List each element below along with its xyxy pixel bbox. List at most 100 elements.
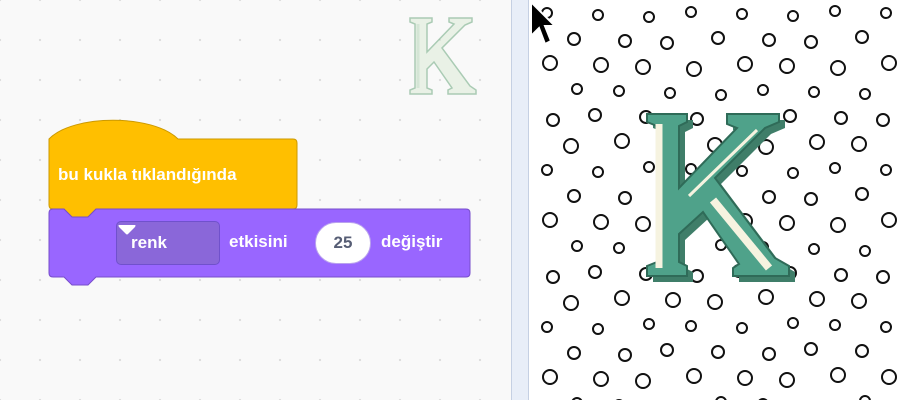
polka-dot xyxy=(541,164,553,176)
arrow-cursor-icon xyxy=(530,0,555,46)
polka-dot xyxy=(614,133,630,149)
polka-dot xyxy=(567,32,581,46)
polka-dot xyxy=(546,113,560,127)
polka-dot xyxy=(635,373,651,389)
polka-dot xyxy=(809,291,825,307)
sprite-watermark-letter-k-icon xyxy=(402,8,482,98)
polka-dot xyxy=(541,321,553,333)
polka-dot xyxy=(881,55,897,71)
polka-dot xyxy=(643,318,655,330)
polka-dot xyxy=(808,86,820,98)
effect-block-text: etkisini xyxy=(229,232,288,251)
polka-dot xyxy=(737,370,753,386)
polka-dot xyxy=(588,265,602,279)
polka-dot xyxy=(613,85,625,97)
polka-dot xyxy=(660,343,674,357)
pane-divider[interactable] xyxy=(511,0,529,400)
polka-dot xyxy=(736,8,748,20)
polka-dot xyxy=(711,345,725,359)
polka-dot xyxy=(855,187,869,201)
change-effect-by-block[interactable]: renk etkisini 25 değiştir xyxy=(48,208,472,290)
letter-k-sprite[interactable] xyxy=(629,100,809,285)
polka-dot xyxy=(618,348,632,362)
polka-dot xyxy=(618,34,632,48)
effect-block-text-end: değiştir xyxy=(381,232,443,251)
polka-dot xyxy=(855,344,869,358)
when-sprite-clicked-hat-block[interactable]: bu kukla tıklandığında xyxy=(48,118,298,218)
polka-dot xyxy=(546,270,560,284)
polka-dot xyxy=(762,347,776,361)
polka-dot xyxy=(542,369,558,385)
polka-dot xyxy=(643,11,655,23)
polka-dot xyxy=(808,243,820,255)
polka-dot xyxy=(711,31,725,45)
polka-dot xyxy=(830,217,846,233)
polka-dot xyxy=(685,320,697,332)
polka-dot xyxy=(809,134,825,150)
polka-dot xyxy=(881,212,897,228)
stage[interactable] xyxy=(529,0,900,400)
polka-dot xyxy=(660,36,674,50)
effect-dropdown[interactable]: renk xyxy=(116,221,220,265)
polka-dot xyxy=(829,319,841,331)
polka-dot xyxy=(593,214,609,230)
polka-dot xyxy=(881,369,897,385)
polka-dot xyxy=(829,5,841,17)
polka-dot xyxy=(876,113,890,127)
polka-dot xyxy=(830,60,846,76)
polka-dot xyxy=(592,323,604,335)
polka-dot xyxy=(787,10,799,22)
polka-dot xyxy=(571,240,583,252)
change-amount-input[interactable]: 25 xyxy=(315,222,371,264)
polka-dot xyxy=(614,290,630,306)
polka-dot xyxy=(804,35,818,49)
polka-dot xyxy=(736,322,748,334)
polka-dot xyxy=(563,295,579,311)
polka-dot xyxy=(851,136,867,152)
letter-k-icon xyxy=(646,113,795,282)
polka-dot xyxy=(567,346,581,360)
polka-dot xyxy=(635,59,651,75)
code-area[interactable]: bu kukla tıklandığında renk etkisini 25 … xyxy=(0,0,511,400)
hat-block-label: bu kukla tıklandığında xyxy=(58,165,237,184)
polka-dot xyxy=(880,7,892,19)
polka-dot xyxy=(830,367,846,383)
polka-dot xyxy=(567,189,581,203)
polka-dot xyxy=(686,61,702,77)
polka-dot xyxy=(571,83,583,95)
polka-dot xyxy=(779,58,795,74)
polka-dot xyxy=(664,87,676,99)
polka-dot xyxy=(834,111,848,125)
polka-dot xyxy=(758,289,774,305)
polka-dot xyxy=(779,372,795,388)
polka-dot xyxy=(685,6,697,18)
polka-dot xyxy=(855,30,869,44)
polka-dot xyxy=(787,317,799,329)
polka-dot xyxy=(829,162,841,174)
polka-dot xyxy=(542,55,558,71)
polka-dot xyxy=(859,245,871,257)
polka-dot xyxy=(592,166,604,178)
polka-dot xyxy=(563,138,579,154)
polka-dot xyxy=(542,212,558,228)
polka-dot xyxy=(762,33,776,47)
dropdown-caret-icon xyxy=(118,225,136,235)
polka-dot xyxy=(834,268,848,282)
polka-dot xyxy=(588,108,602,122)
polka-dot xyxy=(859,88,871,100)
polka-dot xyxy=(593,57,609,73)
polka-dot xyxy=(859,395,871,400)
polka-dot xyxy=(715,89,727,101)
polka-dot xyxy=(876,270,890,284)
polka-dot xyxy=(880,321,892,333)
polka-dot xyxy=(804,342,818,356)
polka-dot xyxy=(851,293,867,309)
polka-dot xyxy=(737,56,753,72)
polka-dot xyxy=(686,368,702,384)
polka-dot xyxy=(880,164,892,176)
polka-dot xyxy=(707,294,723,310)
polka-dot xyxy=(592,9,604,21)
polka-dot xyxy=(665,292,681,308)
polka-dot xyxy=(613,242,625,254)
polka-dot xyxy=(593,371,609,387)
